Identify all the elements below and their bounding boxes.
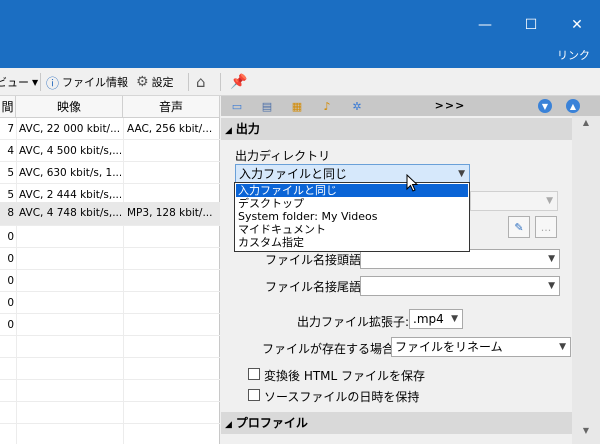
cell-time: 4 bbox=[7, 145, 14, 157]
output-section-title: 出力 bbox=[235, 122, 260, 136]
menu-item-link[interactable]: リンク bbox=[557, 47, 590, 63]
toolbar-divider bbox=[220, 73, 221, 91]
chevron-down-icon: ▼ bbox=[548, 281, 555, 291]
menu-bar bbox=[0, 42, 600, 68]
keep-date-checkbox[interactable] bbox=[248, 389, 260, 401]
column-header-audio[interactable]: 音声 bbox=[123, 96, 220, 118]
pin-icon[interactable]: 📌 bbox=[230, 72, 247, 92]
output-section-header[interactable]: ◢ 出力 bbox=[221, 118, 572, 140]
file-exists-label: ファイルが存在する場合: bbox=[262, 342, 399, 356]
suffix-label: ファイル名接尾語: bbox=[265, 280, 366, 294]
cell-video: AVC, 22 000 kbit/... bbox=[19, 123, 121, 135]
cell-time: 7 bbox=[7, 123, 14, 135]
prefix-label: ファイル名接頭語: bbox=[265, 253, 366, 267]
scroll-up-icon[interactable]: ▲ bbox=[572, 118, 600, 132]
cell-time: 0 bbox=[7, 253, 14, 265]
profile-section-header[interactable]: ◢ プロファイル bbox=[221, 412, 572, 434]
table-row[interactable]: 0 bbox=[0, 270, 220, 292]
chevron-down-icon[interactable]: ▼ bbox=[538, 99, 552, 113]
save-html-label: 変換後 HTML ファイルを保存 bbox=[264, 369, 426, 383]
chevron-down-icon: ▼ bbox=[32, 77, 39, 87]
prefix-input[interactable]: ▼ bbox=[360, 249, 560, 269]
chevron-down-icon: ▼ bbox=[451, 314, 458, 324]
cell-audio bbox=[127, 162, 219, 184]
scrollbar[interactable]: ▲ ▼ bbox=[572, 116, 600, 444]
mouse-cursor-icon bbox=[406, 173, 420, 192]
home-icon[interactable]: ⌂ bbox=[196, 72, 206, 92]
output-dir-value: 入力ファイルと同じ bbox=[239, 167, 348, 181]
column-header-time[interactable]: 間 bbox=[0, 96, 16, 118]
cell-time: 8 bbox=[7, 207, 14, 219]
toolbar-divider bbox=[188, 73, 189, 91]
gear-icon[interactable]: ✲ bbox=[349, 98, 365, 114]
output-dir-label: 出力ディレクトリ bbox=[235, 149, 331, 163]
cell-video: AVC, 630 kbit/s, 1... bbox=[19, 167, 121, 179]
table-row[interactable] bbox=[0, 402, 220, 424]
save-html-checkbox[interactable] bbox=[248, 368, 260, 380]
dropdown-option-desktop[interactable]: デスクトップ bbox=[236, 197, 468, 210]
file-exists-select[interactable]: ファイルをリネーム ▼ bbox=[391, 337, 571, 357]
cell-time: 0 bbox=[7, 231, 14, 243]
cell-time: 5 bbox=[7, 167, 14, 179]
file-info-button[interactable]: ⓘ ファイル情報 bbox=[46, 72, 128, 92]
collapse-triangle-icon: ◢ bbox=[225, 420, 232, 430]
browse-button[interactable]: ... bbox=[535, 216, 557, 238]
dropdown-option-custom[interactable]: カスタム指定 bbox=[236, 236, 468, 249]
output-dir-dropdown-list: 入力ファイルと同じ デスクトップ System folder: My Video… bbox=[234, 182, 470, 252]
output-dir-select[interactable]: 入力ファイルと同じ ▼ bbox=[235, 164, 470, 184]
folder-icon[interactable]: ▭ bbox=[229, 98, 245, 114]
cell-video: AVC, 4 500 kbit/s,... bbox=[19, 145, 121, 157]
file-exists-value: ファイルをリネーム bbox=[395, 340, 503, 354]
music-icon[interactable]: ♪ bbox=[319, 98, 335, 114]
chevron-up-icon[interactable]: ▲ bbox=[566, 99, 580, 113]
view-dropdown-button[interactable]: ビュー ▼ bbox=[0, 72, 38, 92]
chevron-down-icon: ▼ bbox=[559, 342, 566, 352]
suffix-input[interactable]: ▼ bbox=[360, 276, 560, 296]
table-row[interactable]: 0 bbox=[0, 314, 220, 336]
file-info-icon: ⓘ bbox=[46, 76, 60, 92]
edit-icon[interactable]: ✎ bbox=[508, 216, 530, 238]
settings-label: 設定 bbox=[151, 76, 174, 89]
table-row[interactable]: 0 bbox=[0, 226, 220, 248]
cell-time: 0 bbox=[7, 275, 14, 287]
collapse-triangle-icon: ◢ bbox=[225, 126, 232, 136]
cell-audio: AAC, 256 kbit/... bbox=[127, 123, 213, 135]
settings-button[interactable]: ⚙ 設定 bbox=[136, 72, 174, 92]
table-row[interactable] bbox=[0, 336, 220, 358]
keep-date-label: ソースファイルの日時を保持 bbox=[264, 390, 420, 404]
table-row[interactable]: 5 AVC, 630 kbit/s, 1... bbox=[0, 162, 220, 184]
table-row[interactable]: 7 AVC, 22 000 kbit/... AAC, 256 kbit/... bbox=[0, 118, 220, 140]
table-row[interactable]: 0 bbox=[0, 292, 220, 314]
table-row[interactable] bbox=[0, 358, 220, 380]
extension-label: 出力ファイル拡張子: bbox=[297, 315, 410, 329]
cell-video: AVC, 4 748 kbit/s,... bbox=[19, 207, 121, 219]
more-tabs-button[interactable]: >>> bbox=[420, 97, 480, 115]
file-info-label: ファイル情報 bbox=[62, 76, 129, 89]
toolbar-divider bbox=[40, 73, 41, 91]
table-row[interactable]: 4 AVC, 4 500 kbit/s,... bbox=[0, 140, 220, 162]
column-header-video[interactable]: 映像 bbox=[16, 96, 123, 118]
custom-dir-select[interactable]: ▼ bbox=[470, 191, 558, 211]
extension-value: .mp4 bbox=[413, 312, 444, 326]
table-row[interactable]: 0 bbox=[0, 248, 220, 270]
scroll-down-icon[interactable]: ▼ bbox=[572, 426, 600, 440]
film-icon[interactable]: ▦ bbox=[289, 98, 305, 114]
table-row[interactable] bbox=[0, 380, 220, 402]
chevron-down-icon: ▼ bbox=[548, 254, 555, 264]
document-icon[interactable]: ▤ bbox=[259, 98, 275, 114]
cell-audio bbox=[127, 140, 219, 162]
cell-audio: MP3, 128 kbit/... bbox=[127, 207, 213, 219]
dropdown-option-same-as-input[interactable]: 入力ファイルと同じ bbox=[236, 184, 468, 197]
dropdown-option-my-videos[interactable]: System folder: My Videos bbox=[236, 210, 468, 223]
table-row[interactable]: 8 AVC, 4 748 kbit/s,... MP3, 128 kbit/..… bbox=[0, 202, 220, 226]
extension-select[interactable]: .mp4 ▼ bbox=[409, 309, 463, 329]
chevron-down-icon: ▼ bbox=[546, 196, 553, 206]
cell-time: 0 bbox=[7, 297, 14, 309]
profile-section-title: プロファイル bbox=[235, 416, 308, 430]
chevron-down-icon: ▼ bbox=[458, 169, 465, 179]
cell-time: 0 bbox=[7, 319, 14, 331]
dropdown-option-my-documents[interactable]: マイドキュメント bbox=[236, 223, 468, 236]
gear-icon: ⚙ bbox=[136, 74, 149, 90]
view-label: ビュー bbox=[0, 76, 29, 89]
